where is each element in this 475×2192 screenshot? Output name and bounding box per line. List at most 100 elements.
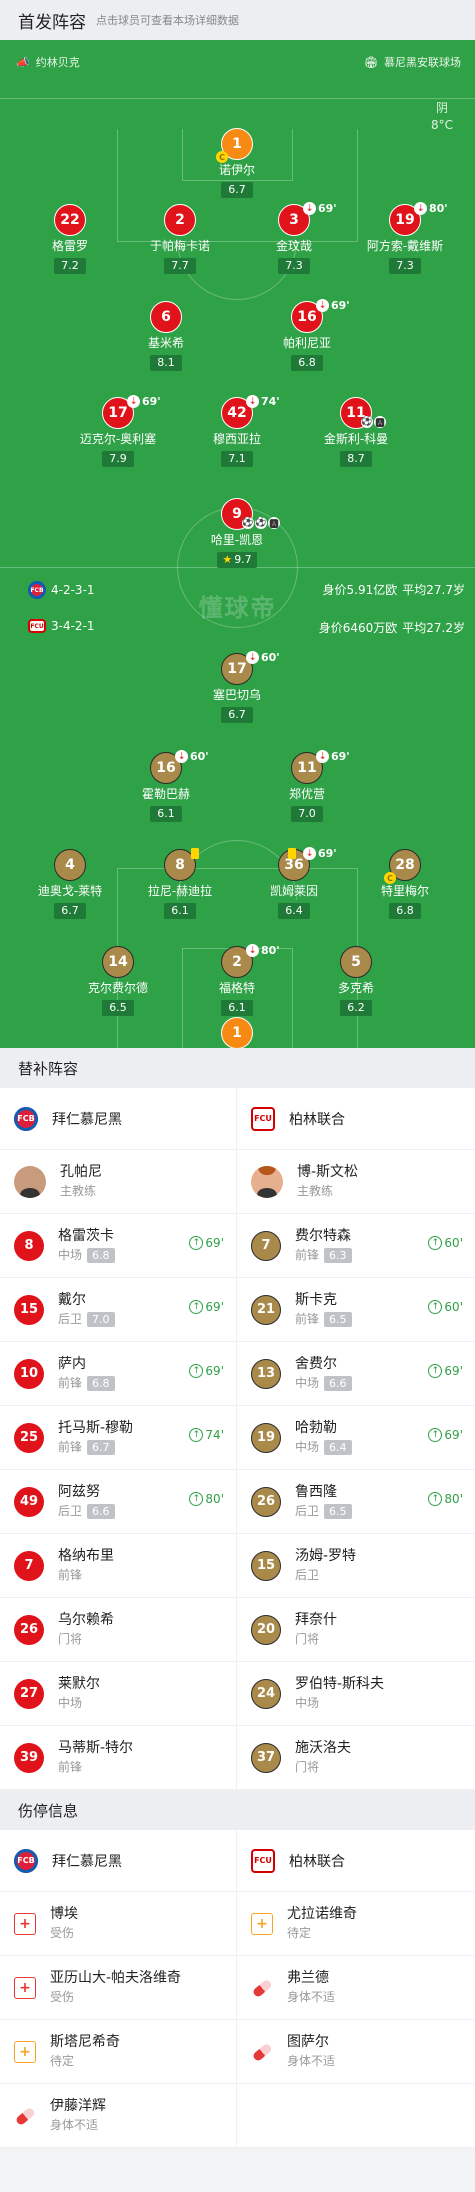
player-number-badge: 6 [150, 301, 182, 333]
away-player[interactable]: 28 C 特里梅尔 6.8 [353, 849, 457, 919]
player-name: 帕利尼亚 [282, 336, 331, 350]
home-player[interactable]: 17 ⇣ 69' 迈克尔-奥利塞 7.9 [66, 395, 170, 467]
player-name: 迈克尔-奥利塞 [79, 432, 157, 446]
home-player[interactable]: 16 ⇣ 69' 帕利尼亚 6.8 [255, 299, 359, 371]
pill-icon [10, 2100, 41, 2131]
injured-player-name: 尤拉诺维奇 [287, 1906, 357, 1922]
subs-section-title: 替补阵容 [0, 1048, 475, 1088]
injured-player-name: 亚历山大-帕夫洛维奇 [50, 1970, 182, 1986]
player-name: 克尔费尔德 [87, 981, 148, 995]
player-rating: 6.1 [164, 903, 196, 919]
home-coach-name: 约林贝克 [35, 56, 80, 69]
away-player[interactable]: 17 ⇣ 60' 塞巴切乌 6.7 [185, 651, 289, 723]
away-injury-row[interactable]: + 尤拉诺维奇 待定 [237, 1892, 475, 1956]
home-player[interactable]: 11 ⚽ 🅰 金斯利-科曼 8.7 [304, 397, 408, 467]
sub-off-marker: ⇣ 74' [246, 395, 280, 408]
player-number-badge: 1C [216, 128, 253, 163]
sub-position: 门将 [295, 1760, 320, 1774]
sub-off-marker: ⇣ 60' [246, 651, 280, 664]
home-player[interactable]: 1 C 诺伊尔 6.7 [185, 128, 289, 198]
sub-out-icon: ⇣ [175, 750, 188, 763]
away-player[interactable]: 1容诺夫7.2 [185, 1017, 289, 1048]
sub-on-minute: 60' [444, 1300, 463, 1314]
home-player[interactable]: 6 基米希 8.1 [114, 301, 218, 371]
away-sub-row[interactable]: 19 哈勃勒 中场 6.4 ↑ 69' [237, 1406, 475, 1470]
player-number-badge: 19 ⇣ 80' [389, 202, 448, 236]
home-player[interactable]: 9 ⚽ ⚽ 🅰 哈里-凯恩 ★ 9.7 [185, 498, 289, 568]
sub-off-marker: ⇣ 80' [414, 202, 448, 215]
sub-on-marker: ↑ 69' [428, 1428, 463, 1442]
sub-minute: 69' [331, 299, 350, 312]
away-player[interactable]: 11 ⇣ 69' 郑优营 7.0 [255, 750, 359, 822]
home-sub-row[interactable]: 26 乌尔赖希 门将 [0, 1598, 237, 1662]
away-player[interactable]: 5 多克希 6.2 [304, 946, 408, 1016]
away-sub-row[interactable]: 37 施沃洛夫 门将 [237, 1726, 475, 1790]
home-sub-row[interactable]: 25 托马斯-穆勒 前锋 6.7 ↑ 74' [0, 1406, 237, 1470]
away-coach-row[interactable]: 博-斯文松 主教练 [237, 1150, 475, 1214]
sub-on-marker: ↑ 69' [428, 1364, 463, 1378]
injury-status: 受伤 [50, 1990, 75, 2004]
away-player[interactable]: 14 克尔费尔德 6.5 [66, 946, 170, 1016]
away-formation-text: 3-4-2-1 [51, 619, 95, 633]
home-sub-row[interactable]: 7 格纳布里 前锋 [0, 1534, 237, 1598]
sub-minute: 60' [190, 750, 209, 763]
sub-off-marker: ⇣ 69' [316, 750, 350, 763]
home-sub-row[interactable]: 10 萨内 前锋 6.8 ↑ 69' [0, 1342, 237, 1406]
away-sub-row[interactable]: 15 汤姆-罗特 后卫 [237, 1534, 475, 1598]
away-injury-row[interactable]: 弗兰德 身体不适 [237, 1956, 475, 2020]
home-player[interactable]: 2 于帕梅卡诺 7.7 [128, 204, 232, 274]
player-name: 金斯利-科曼 [323, 432, 389, 446]
away-sub-row[interactable]: 21 斯卡克 前锋 6.5 ↑ 60' [237, 1278, 475, 1342]
player-rating: 6.1 [150, 806, 182, 822]
injury-home-team[interactable]: FCB 拜仁慕尼黑 [0, 1830, 237, 1892]
weather-text: 阴 [435, 101, 448, 115]
home-sub-row[interactable]: 8 格雷茨卡 中场 6.8 ↑ 69' [0, 1214, 237, 1278]
bayern-logo-icon: FCB [14, 1848, 38, 1873]
home-player[interactable]: 42 ⇣ 74' 穆西亚拉 7.1 [185, 395, 289, 467]
away-player[interactable]: 4 迪奥戈-莱特 6.7 [18, 849, 122, 919]
lineup-header: 首发阵容 点击球员可查看本场详细数据 [0, 0, 475, 40]
sub-out-icon: ⇣ [414, 202, 427, 215]
away-player[interactable]: 8 拉尼-赫迪拉 6.1 [128, 848, 232, 919]
home-injury-row[interactable]: 伊藤洋辉 身体不适 [0, 2084, 237, 2148]
away-injury-row[interactable]: 图萨尔 身体不适 [237, 2020, 475, 2084]
subs-home-team[interactable]: FCB 拜仁慕尼黑 [0, 1088, 237, 1150]
sub-off-marker: ⇣ 69' [127, 395, 161, 408]
home-sub-row[interactable]: 49 阿兹努 后卫 6.6 ↑ 80' [0, 1470, 237, 1534]
sub-minute: 80' [261, 944, 280, 957]
home-player[interactable]: 19 ⇣ 80' 阿方索-戴维斯 7.3 [353, 202, 457, 274]
home-player[interactable]: 22 格雷罗 7.2 [18, 204, 122, 274]
sub-number-badge: 24 [251, 1678, 281, 1709]
home-player[interactable]: 3 ⇣ 69' 金玟哉 7.3 [242, 202, 346, 274]
away-sub-row[interactable]: 7 费尔特森 前锋 6.3 ↑ 60' [237, 1214, 475, 1278]
pending-icon: + [251, 1912, 273, 1935]
away-player[interactable]: 16 ⇣ 60' 霍勒巴赫 6.1 [114, 750, 218, 822]
home-coach-row[interactable]: 孔帕尼 主教练 [0, 1150, 237, 1214]
sub-in-icon: ↑ [428, 1492, 443, 1506]
player-number-badge: 17 ⇣ 60' [221, 651, 280, 685]
injury-icon: + [14, 1912, 36, 1935]
away-age: 平均27.2岁 [402, 621, 465, 635]
home-sub-row[interactable]: 27 莱默尔 中场 [0, 1662, 237, 1726]
sub-on-minute: 80' [205, 1492, 224, 1506]
home-injury-row[interactable]: + 博埃 受伤 [0, 1892, 237, 1956]
sub-number-badge: 27 [14, 1678, 44, 1709]
injury-away-team[interactable]: FCU 柏林联合 [237, 1830, 475, 1892]
away-player[interactable]: 36 ⇣ 69' 凯姆莱因 6.4 [242, 847, 346, 919]
away-sub-row[interactable]: 20 拜奈什 门将 [237, 1598, 475, 1662]
away-sub-row[interactable]: 24 罗伯特-斯科夫 中场 [237, 1662, 475, 1726]
home-sub-row[interactable]: 15 戴尔 后卫 7.0 ↑ 69' [0, 1278, 237, 1342]
home-injury-row[interactable]: + 斯塔尼希奇 待定 [0, 2020, 237, 2084]
home-injury-row[interactable]: + 亚历山大-帕夫洛维奇 受伤 [0, 1956, 237, 2020]
sub-on-minute: 69' [205, 1364, 224, 1378]
injured-player-name: 图萨尔 [287, 2034, 329, 2050]
player-number: 42 [227, 405, 247, 421]
away-sub-row[interactable]: 26 鲁西隆 后卫 6.5 ↑ 80' [237, 1470, 475, 1534]
sub-number-badge: 26 [251, 1486, 281, 1517]
home-sub-row[interactable]: 39 马蒂斯-特尔 前锋 [0, 1726, 237, 1790]
subs-away-team[interactable]: FCU 柏林联合 [237, 1088, 475, 1150]
coach-avatar [251, 1165, 283, 1198]
sub-number-badge: 10 [14, 1358, 44, 1389]
away-sub-row[interactable]: 13 舍费尔 中场 6.6 ↑ 69' [237, 1342, 475, 1406]
away-player[interactable]: 2 ⇣ 80' 福格特 6.1 [185, 944, 289, 1016]
